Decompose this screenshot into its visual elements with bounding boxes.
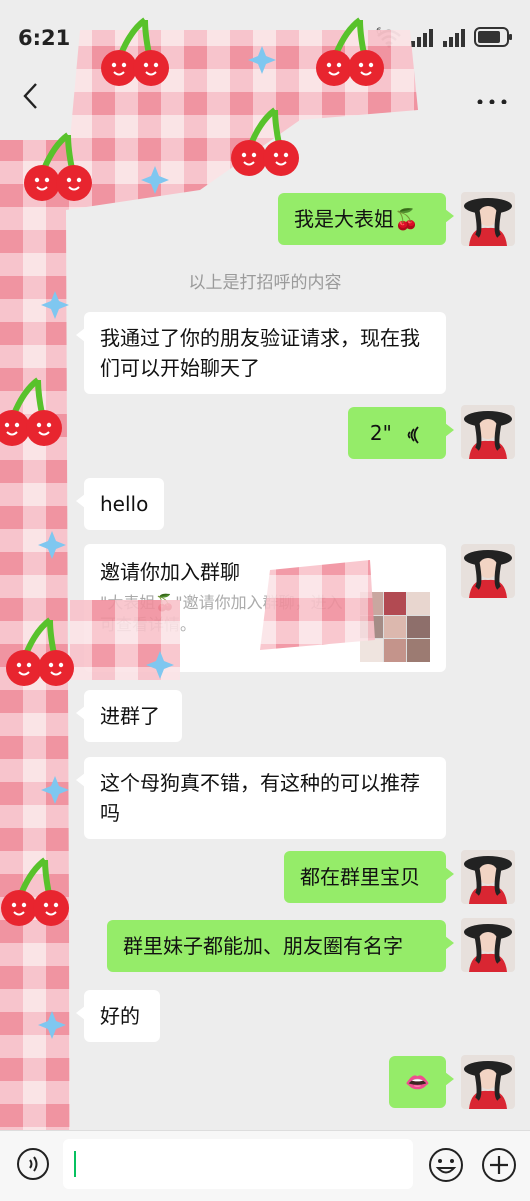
chat-bubble-received[interactable]: 我通过了你的朋友验证请求，现在我们可以开始聊天了	[76, 312, 446, 394]
input-bar	[0, 1130, 530, 1201]
status-time: 6:21	[18, 26, 71, 50]
signal-icon-2	[443, 29, 465, 47]
voice-input-icon[interactable]	[16, 1147, 50, 1181]
chat-header	[0, 78, 530, 138]
more-icon[interactable]	[472, 84, 512, 104]
avatar[interactable]	[461, 405, 515, 459]
group-avatar-grid	[360, 592, 430, 662]
invite-title: 邀请你加入群聊	[100, 560, 240, 584]
voice-message[interactable]: 2"	[348, 407, 454, 459]
text-cursor	[74, 1151, 76, 1177]
invite-description: "大表姐🍒"邀请你加入群聊，进入可查看详情。	[100, 593, 343, 634]
voice-duration: 2"	[369, 421, 392, 445]
chat-bubble-sent[interactable]: 都在群里宝贝	[284, 851, 454, 903]
chat-bubble-received[interactable]: 进群了	[76, 690, 182, 742]
plus-icon[interactable]	[481, 1147, 517, 1183]
back-icon[interactable]	[14, 78, 50, 114]
avatar[interactable]	[461, 918, 515, 972]
chat-bubble-sent[interactable]: 我是大表姐🍒	[278, 193, 454, 245]
voice-wave-icon	[407, 425, 419, 444]
chat-bubble-received[interactable]: hello	[76, 478, 164, 530]
status-bar: 6:21 6	[0, 0, 530, 78]
avatar[interactable]	[461, 544, 515, 598]
battery-icon	[474, 27, 512, 47]
emoji-icon[interactable]	[428, 1147, 464, 1183]
chat-bubble-received[interactable]: 这个母狗真不错，有这种的可以推荐吗	[76, 757, 446, 839]
avatar[interactable]	[461, 850, 515, 904]
system-note: 以上是打招呼的内容	[188, 273, 342, 293]
chat-bubble-sent[interactable]: 👄	[389, 1056, 454, 1108]
signal-icon-1	[411, 29, 433, 47]
status-icons: 6	[376, 26, 514, 48]
chat-bubble-sent[interactable]: 群里妹子都能加、朋友圈有名字	[107, 920, 454, 972]
avatar[interactable]	[461, 1055, 515, 1109]
wifi-icon: 6	[376, 27, 401, 48]
group-invite-card[interactable]: 邀请你加入群聊 "大表姐🍒"邀请你加入群聊，进入可查看详情。	[84, 544, 446, 672]
avatar[interactable]	[461, 192, 515, 246]
chat-bubble-received[interactable]: 好的	[76, 990, 160, 1042]
message-input[interactable]	[63, 1139, 413, 1189]
